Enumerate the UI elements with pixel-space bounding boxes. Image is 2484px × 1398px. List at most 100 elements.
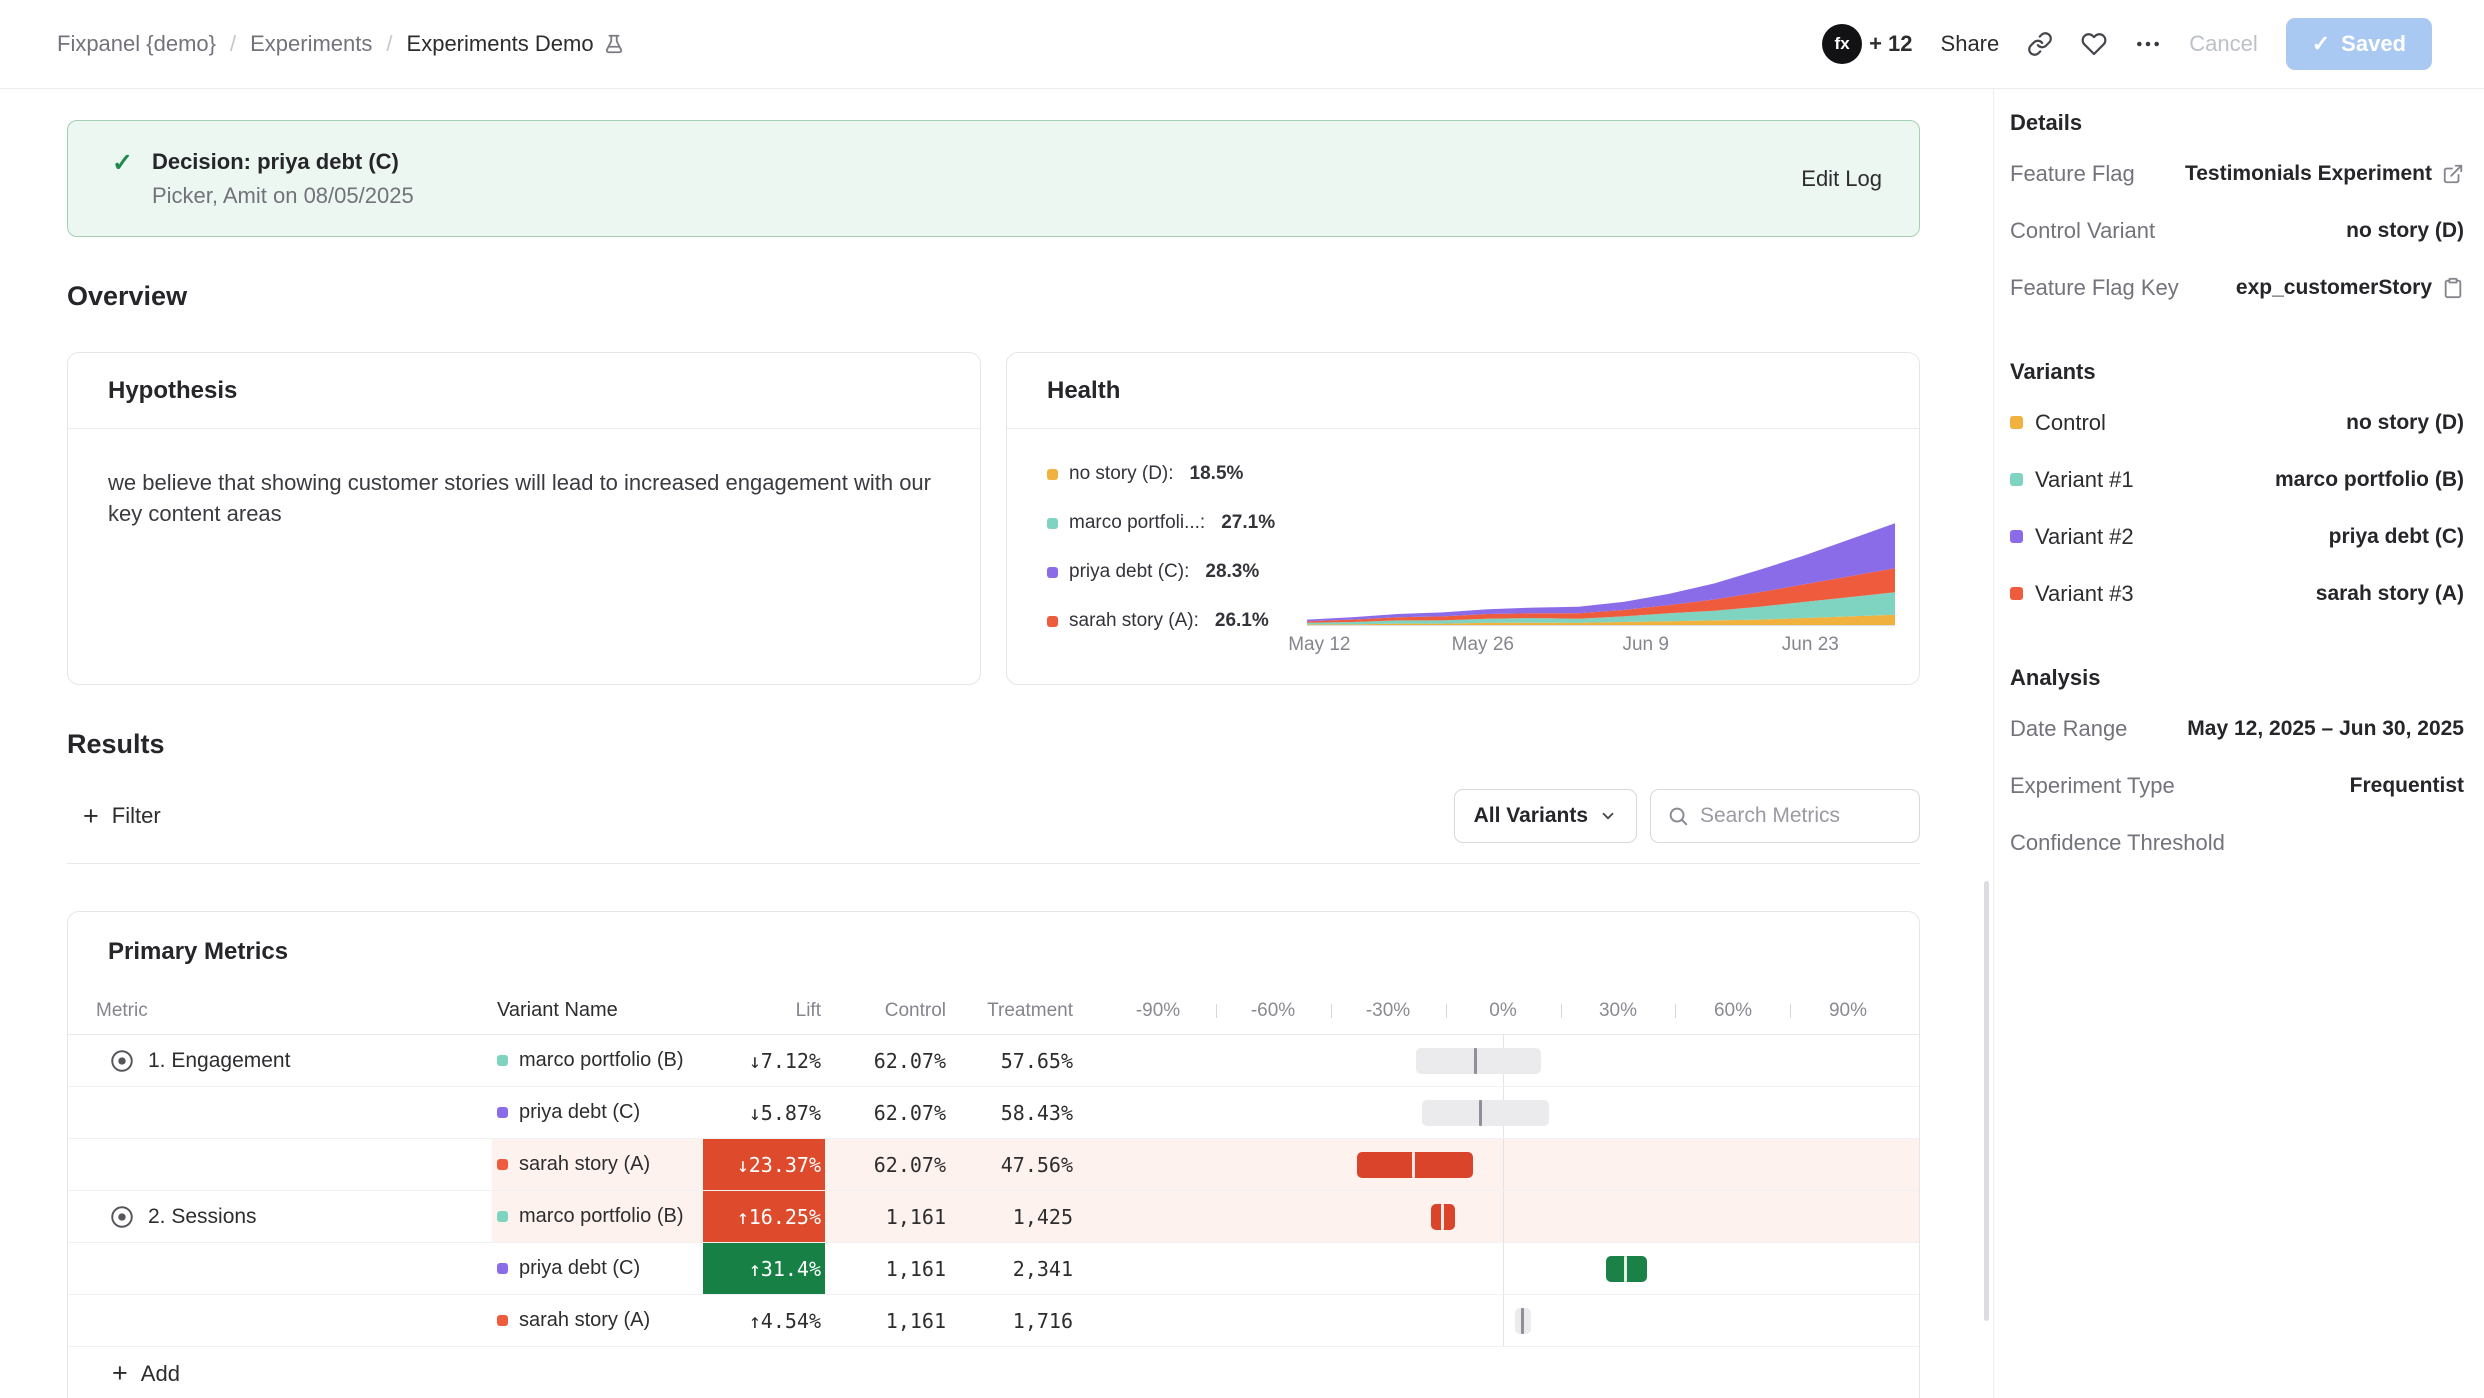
scrollbar-thumb[interactable] — [1984, 881, 1989, 1321]
analysis-label: Confidence Threshold — [2010, 830, 2225, 856]
column-header-control: Control — [825, 987, 948, 1034]
treatment-value: 47.56% — [1001, 1153, 1073, 1177]
avatar[interactable]: fx — [1822, 24, 1862, 64]
confidence-interval-cell — [1073, 1243, 1919, 1294]
zero-gridline — [1503, 1191, 1504, 1242]
variant-swatch — [497, 1055, 508, 1066]
legend-label: marco portfoli...: — [1069, 512, 1205, 534]
share-button[interactable]: Share — [1941, 31, 2000, 57]
health-card-title: Health — [1007, 353, 1919, 429]
breadcrumb-root[interactable]: Fixpanel {demo} — [57, 31, 216, 57]
variant-label: Variant #1 — [2035, 467, 2134, 493]
target-icon — [109, 1204, 135, 1230]
feature-flag-key-value: exp_customerStory — [2236, 276, 2432, 300]
axis-minor-tick — [1790, 1004, 1791, 1018]
variant-name: sarah story (A) — [519, 1153, 650, 1176]
legend-label: no story (D): — [1069, 463, 1174, 485]
treatment-value: 58.43% — [1001, 1101, 1073, 1125]
control-value: 62.07% — [874, 1101, 946, 1125]
topbar: Fixpanel {demo} / Experiments / Experime… — [0, 0, 2484, 89]
analysis-label: Experiment Type — [2010, 773, 2175, 799]
detail-row-feature-flag-key: Feature Flag Key exp_customerStory — [2010, 259, 2464, 316]
add-filter-button[interactable]: + Filter — [83, 803, 161, 830]
edit-log-button[interactable]: Edit Log — [1801, 166, 1882, 192]
variant-value: priya debt (C) — [2329, 525, 2464, 549]
axis-label: 0% — [1489, 1000, 1516, 1022]
legend-value: 18.5% — [1190, 463, 1244, 485]
lift-chip-positive: ↑31.4% — [703, 1243, 825, 1294]
legend-label: priya debt (C): — [1069, 561, 1189, 583]
control-value: 1,161 — [886, 1309, 946, 1333]
saved-button[interactable]: ✓ Saved — [2286, 18, 2432, 70]
treatment-value: 2,341 — [1013, 1257, 1073, 1281]
more-options-icon[interactable] — [2135, 31, 2161, 57]
add-metric-button[interactable]: + Add — [68, 1347, 1919, 1398]
variants-section: Variants Control no story (D) Variant #1… — [2010, 350, 2464, 622]
metric-row[interactable]: priya debt (C) ↑31.4% 1,161 2,341 — [68, 1243, 1919, 1295]
confidence-interval-bar — [1357, 1152, 1473, 1178]
variant-label: Control — [2035, 410, 2106, 436]
treatment-value: 1,716 — [1013, 1309, 1073, 1333]
variants-heading: Variants — [2010, 350, 2464, 394]
metric-row[interactable]: 2. Sessions marco portfolio (B) ↑16.25% … — [68, 1191, 1919, 1243]
variant-row: Variant #2 priya debt (C) — [2010, 508, 2464, 565]
metric-cell: 1. Engagement — [68, 1035, 492, 1086]
column-header-lift: Lift — [703, 987, 825, 1034]
clipboard-icon[interactable] — [2442, 277, 2464, 299]
zero-gridline — [1503, 1295, 1504, 1346]
variant-cell: priya debt (C) — [492, 1101, 703, 1124]
legend-value: 26.1% — [1215, 610, 1269, 632]
date-range-value: May 12, 2025 – Jun 30, 2025 — [2187, 717, 2464, 741]
toolbar-right: All Variants — [1454, 789, 1920, 843]
feature-flag-value[interactable]: Testimonials Experiment — [2185, 162, 2432, 186]
link-icon[interactable] — [2027, 31, 2053, 57]
cancel-button[interactable]: Cancel — [2189, 31, 2257, 57]
confidence-interval-cell — [1073, 1191, 1919, 1242]
variant-label: Variant #3 — [2035, 581, 2134, 607]
variant-filter-dropdown[interactable]: All Variants — [1454, 789, 1637, 843]
confidence-interval-cell — [1073, 1087, 1919, 1138]
point-estimate-tick — [1479, 1100, 1482, 1126]
legend-item: priya debt (C): 28.3% — [1047, 561, 1287, 583]
analysis-heading: Analysis — [2010, 656, 2464, 700]
metric-cell — [68, 1139, 492, 1190]
metric-row[interactable]: 1. Engagement marco portfolio (B) ↓7.12%… — [68, 1035, 1919, 1087]
analysis-row-experiment-type: Experiment Type Frequentist — [2010, 757, 2464, 814]
variant-swatch — [497, 1211, 508, 1222]
variant-swatch — [2010, 416, 2023, 429]
heart-icon[interactable] — [2081, 31, 2107, 57]
x-axis-tick: Jun 9 — [1622, 634, 1668, 656]
confidence-interval-bar — [1422, 1100, 1549, 1126]
details-heading: Details — [2010, 101, 2464, 145]
search-icon — [1667, 805, 1689, 827]
legend-item: no story (D): 18.5% — [1047, 463, 1287, 485]
search-metrics-input[interactable] — [1700, 804, 1903, 828]
metric-row[interactable]: sarah story (A) ↓23.37% 62.07% 47.56% — [68, 1139, 1919, 1191]
confidence-interval-bar — [1515, 1308, 1531, 1334]
metric-cell — [68, 1295, 492, 1346]
topbar-actions: fx + 12 Share Cancel ✓ Saved — [1822, 18, 2432, 70]
collaborator-count[interactable]: + 12 — [1869, 31, 1912, 57]
detail-label: Feature Flag — [2010, 161, 2135, 187]
breadcrumb-experiments[interactable]: Experiments — [250, 31, 372, 57]
legend-item: sarah story (A): 26.1% — [1047, 610, 1287, 632]
external-link-icon[interactable] — [2442, 163, 2464, 185]
decision-subtitle: Picker, Amit on 08/05/2025 — [152, 183, 414, 209]
column-header-variant: Variant Name — [492, 999, 703, 1022]
detail-row-control-variant: Control Variant no story (D) — [2010, 202, 2464, 259]
saved-button-label: Saved — [2341, 31, 2406, 57]
table-header: Metric Variant Name Lift Control Treatme… — [68, 987, 1919, 1035]
point-estimate-tick — [1412, 1152, 1415, 1178]
decision-text: Decision: priya debt (C) Picker, Amit on… — [152, 149, 414, 209]
axis-label: -90% — [1136, 1000, 1180, 1022]
metric-row[interactable]: sarah story (A) ↑4.54% 1,161 1,716 — [68, 1295, 1919, 1347]
variant-name: priya debt (C) — [519, 1257, 640, 1280]
axis-minor-tick — [1216, 1004, 1217, 1018]
plus-icon: + — [83, 803, 99, 830]
variant-swatch — [497, 1263, 508, 1274]
hypothesis-card: Hypothesis we believe that showing custo… — [67, 352, 981, 685]
variant-name: marco portfolio (B) — [519, 1049, 684, 1072]
lift-chip-negative: ↓23.37% — [703, 1139, 825, 1190]
check-icon: ✓ — [112, 148, 133, 178]
metric-row[interactable]: priya debt (C) ↓5.87% 62.07% 58.43% — [68, 1087, 1919, 1139]
